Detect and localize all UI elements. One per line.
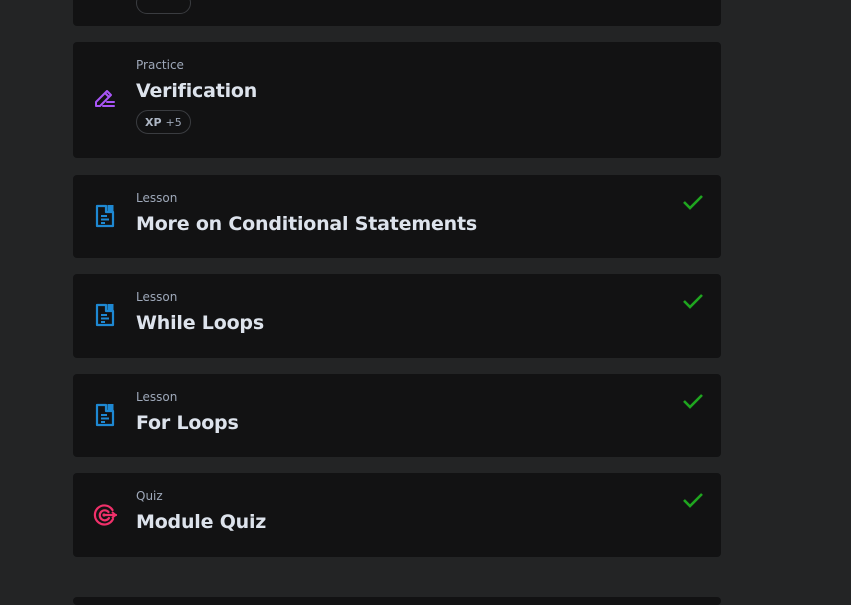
pencil-icon [92,86,118,112]
xp-label: XP [145,116,162,129]
item-kind: Lesson [136,290,178,304]
lesson-document-icon [92,302,118,328]
item-text: Lesson While Loops [136,290,264,334]
completed-check-icon [682,390,704,412]
xp-badge-partial [136,0,191,14]
lesson-document-icon [92,402,118,428]
item-kind: Practice [136,58,184,72]
xp-badge: XP +5 [136,110,191,134]
item-title[interactable]: For Loops [136,412,239,434]
item-text: Practice Verification XP +5 [136,58,257,134]
list-item-partial-bottom[interactable] [73,597,721,605]
list-item-verification[interactable]: Practice Verification XP +5 [73,42,721,158]
item-text: Lesson For Loops [136,390,239,434]
item-title[interactable]: Verification [136,80,257,102]
lesson-document-icon [92,203,118,229]
item-title[interactable]: While Loops [136,312,264,334]
completed-check-icon [682,290,704,312]
item-kind: Lesson [136,390,178,404]
item-title[interactable]: More on Conditional Statements [136,213,477,235]
item-title[interactable]: Module Quiz [136,511,266,533]
completed-check-icon [682,489,704,511]
list-item-conditional-statements[interactable]: Lesson More on Conditional Statements [73,175,721,258]
item-kind: Quiz [136,489,163,503]
list-item-while-loops[interactable]: Lesson While Loops [73,274,721,358]
item-kind: Lesson [136,191,178,205]
completed-check-icon [682,191,704,213]
item-text: Quiz Module Quiz [136,489,266,533]
list-item-module-quiz[interactable]: Quiz Module Quiz [73,473,721,557]
list-item-partial-top[interactable] [73,0,721,26]
item-text: Lesson More on Conditional Statements [136,191,477,235]
list-item-for-loops[interactable]: Lesson For Loops [73,374,721,457]
target-icon [92,502,118,528]
module-item-list: Practice Verification XP +5 Lesson More o… [0,0,851,605]
xp-value: +5 [165,116,182,129]
